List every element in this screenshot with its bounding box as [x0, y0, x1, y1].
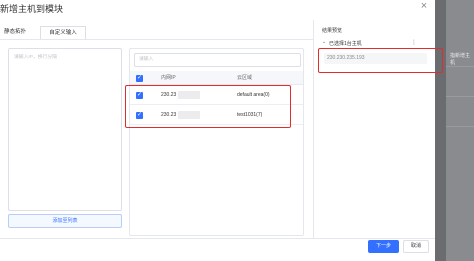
- search-input[interactable]: 请输入: [134, 53, 301, 67]
- host-table-panel: 请输入 ✓ 内网IP 云区域 ✓ 230.23 default area(0) …: [129, 48, 304, 236]
- annotation-box-rows: [125, 85, 291, 128]
- next-step-button[interactable]: 下一步: [368, 240, 399, 253]
- add-host-modal: 新增主机到模块 × 静态拓扑 自定义输入 请输入IP，换行分隔 添加至列表 请输…: [0, 0, 443, 261]
- annotation-box-preview: [318, 48, 443, 73]
- modal-title: 新增主机到模块: [0, 4, 64, 14]
- close-icon[interactable]: ×: [418, 0, 430, 12]
- footer-divider: [0, 238, 435, 239]
- tab-custom-input[interactable]: 自定义输入: [40, 26, 86, 40]
- column-header-zone: 云区域: [237, 75, 253, 81]
- tab-static-topology[interactable]: 静态拓扑: [4, 26, 34, 40]
- column-header-ip: 内网IP: [161, 75, 176, 81]
- tabs-divider: [0, 39, 313, 40]
- background-panel: [446, 0, 474, 261]
- add-to-list-button[interactable]: 添加至列表: [8, 214, 122, 228]
- tab-bar: 静态拓扑 自定义输入: [0, 26, 120, 40]
- table-header: ✓ 内网IP 云区域: [130, 71, 303, 85]
- background-link[interactable]: 指新增主机: [450, 52, 474, 66]
- select-all-checkbox[interactable]: ✓: [136, 74, 143, 82]
- selected-count: 已选择1台主机: [329, 41, 362, 47]
- chevron-down-icon[interactable]: ⌄: [322, 39, 326, 45]
- cancel-button[interactable]: 取消: [403, 240, 429, 253]
- more-icon[interactable]: ⋮: [411, 39, 417, 46]
- panel-divider: [313, 20, 314, 238]
- preview-title: 结果预览: [322, 28, 343, 34]
- ip-input-textarea[interactable]: 请输入IP，换行分隔: [8, 48, 122, 211]
